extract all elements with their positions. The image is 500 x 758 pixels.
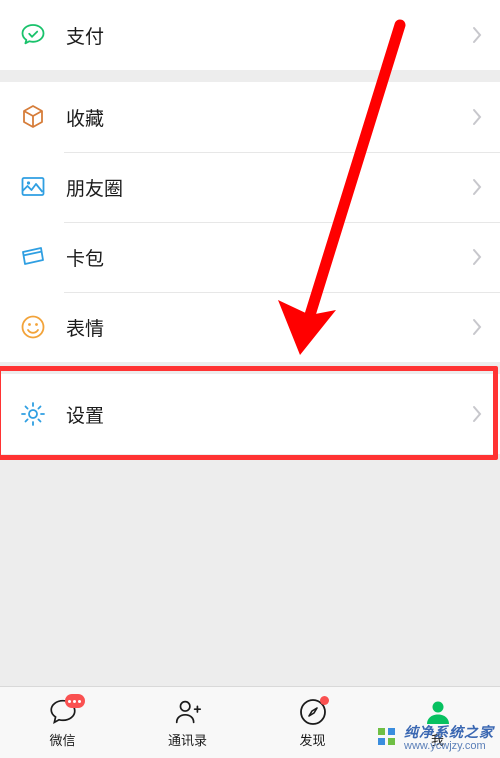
contacts-icon bbox=[172, 696, 204, 728]
gear-icon bbox=[18, 399, 48, 429]
tab-label: 微信 bbox=[49, 730, 75, 749]
row-cards[interactable]: 卡包 bbox=[0, 222, 500, 292]
tab-discover[interactable]: 发现 bbox=[250, 687, 375, 758]
row-label: 卡包 bbox=[66, 244, 472, 271]
card-icon bbox=[18, 242, 48, 272]
compass-icon bbox=[297, 696, 329, 728]
tab-label: 通讯录 bbox=[168, 730, 207, 749]
chevron-right-icon bbox=[472, 405, 482, 423]
section-gap bbox=[0, 362, 500, 374]
row-pay[interactable]: 支付 bbox=[0, 0, 500, 70]
smile-icon bbox=[18, 312, 48, 342]
row-fav[interactable]: 收藏 bbox=[0, 82, 500, 152]
row-sticker[interactable]: 表情 bbox=[0, 292, 500, 362]
tab-me[interactable]: 我 bbox=[375, 687, 500, 758]
person-icon bbox=[422, 696, 454, 728]
chat-bubble-icon bbox=[47, 696, 79, 728]
chevron-right-icon bbox=[472, 178, 482, 196]
chevron-right-icon bbox=[472, 108, 482, 126]
section-pay: 支付 bbox=[0, 0, 500, 70]
image-icon bbox=[18, 172, 48, 202]
cube-icon bbox=[18, 102, 48, 132]
section-main: 收藏 朋友圈 bbox=[0, 82, 500, 362]
row-label: 支付 bbox=[66, 22, 472, 49]
row-moments[interactable]: 朋友圈 bbox=[0, 152, 500, 222]
row-settings[interactable]: 设置 bbox=[0, 374, 500, 454]
row-label: 表情 bbox=[66, 314, 472, 341]
tab-label: 我 bbox=[431, 730, 444, 749]
wechat-pay-icon bbox=[18, 20, 48, 50]
tab-bar: 微信 通讯录 发现 bbox=[0, 686, 500, 758]
tab-contacts[interactable]: 通讯录 bbox=[125, 687, 250, 758]
chevron-right-icon bbox=[472, 26, 482, 44]
section-settings: 设置 bbox=[0, 374, 500, 454]
tab-label: 发现 bbox=[299, 730, 325, 749]
row-label: 设置 bbox=[66, 401, 472, 428]
chevron-right-icon bbox=[472, 248, 482, 266]
chevron-right-icon bbox=[472, 318, 482, 336]
row-label: 收藏 bbox=[66, 104, 472, 131]
section-gap bbox=[0, 70, 500, 82]
tab-chat[interactable]: 微信 bbox=[0, 687, 125, 758]
row-label: 朋友圈 bbox=[66, 174, 472, 201]
